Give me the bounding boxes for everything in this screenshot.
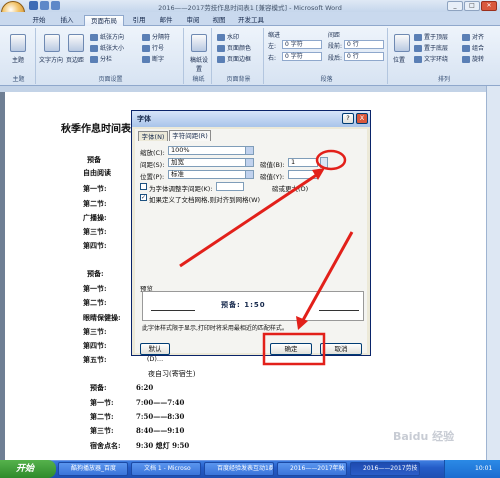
arrowhead (296, 316, 308, 330)
taskbar-item[interactable]: 酷狗播放器_百度 (58, 462, 128, 476)
arrow-to-spinner (179, 172, 319, 268)
taskbar-item[interactable]: 2016——2017年秋 (277, 462, 347, 476)
taskbar-item[interactable]: 文档 1 - Microso (131, 462, 201, 476)
start-button[interactable]: 开始 (0, 460, 56, 478)
annotation-overlay (179, 149, 354, 366)
clock: 10:01 (475, 465, 493, 472)
taskbar-item[interactable]: 2016——2017劳技 (350, 462, 420, 476)
arrow-to-ok (300, 231, 354, 323)
taskbar-item[interactable]: 百度经验发表互动1群 (204, 462, 274, 476)
highlight-circle (315, 149, 347, 171)
highlight-box (262, 332, 326, 366)
system-tray: 10:01 (444, 460, 500, 478)
